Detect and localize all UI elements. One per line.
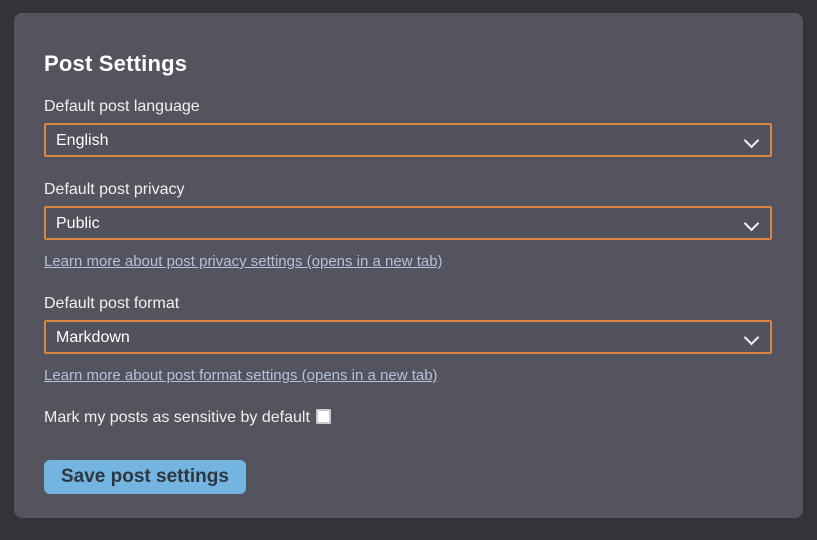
sensitive-by-default-label-text: Mark my posts as sensitive by default <box>44 409 310 426</box>
default-post-format-select[interactable]: Markdown <box>44 320 772 354</box>
sensitive-by-default-label[interactable]: Mark my posts as sensitive by default <box>44 409 331 426</box>
post-privacy-help-link[interactable]: Learn more about post privacy settings (… <box>44 252 443 271</box>
default-post-format-label: Default post format <box>44 294 772 313</box>
default-post-language-select-wrap: English <box>44 123 772 157</box>
default-post-format-select-wrap: Markdown <box>44 320 772 354</box>
page-title: Post Settings <box>44 49 772 79</box>
sensitive-by-default-checkbox[interactable] <box>316 409 331 424</box>
save-post-settings-button[interactable]: Save post settings <box>44 460 246 494</box>
default-post-language-label: Default post language <box>44 97 772 116</box>
default-post-language-select[interactable]: English <box>44 123 772 157</box>
field-default-post-format: Default post format Markdown Learn more … <box>44 294 772 385</box>
sensitive-by-default-row: Mark my posts as sensitive by default <box>44 408 772 428</box>
default-post-privacy-select[interactable]: Public <box>44 206 772 240</box>
field-default-post-privacy: Default post privacy Public Learn more a… <box>44 180 772 271</box>
default-post-privacy-label: Default post privacy <box>44 180 772 199</box>
post-settings-panel: Post Settings Default post language Engl… <box>14 13 803 518</box>
post-format-help-link[interactable]: Learn more about post format settings (o… <box>44 366 438 385</box>
default-post-privacy-select-wrap: Public <box>44 206 772 240</box>
field-default-post-language: Default post language English <box>44 97 772 157</box>
